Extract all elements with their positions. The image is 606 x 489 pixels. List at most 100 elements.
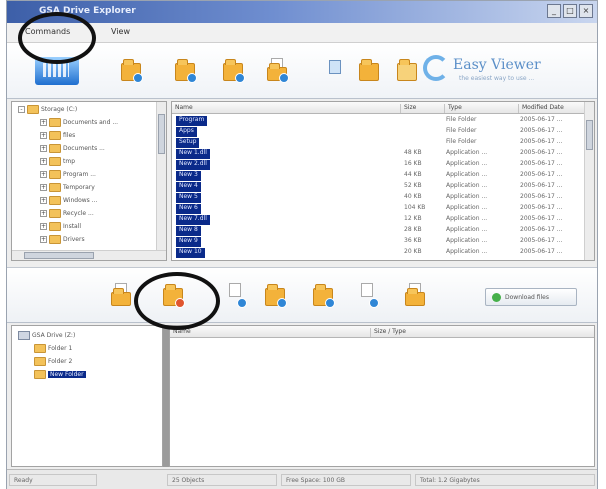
folder-icon [49,235,61,244]
file-name: New 7.dll [176,215,210,225]
folder-icon [49,131,61,140]
file-name: New 2.dll [176,160,210,170]
remote-tree-node[interactable]: Folder 1 [34,343,72,354]
file-row[interactable]: New 3 44 KB Application ... 2005-06-17 ... [172,170,586,181]
expand-toggle-icon[interactable]: + [40,210,47,217]
tree-node[interactable]: + files [40,130,75,141]
tree-vertical-scrollbar[interactable] [156,102,166,260]
remote-file-list[interactable]: Name Size / Type [169,325,595,467]
tree-node[interactable]: + Program ... [40,169,96,180]
expand-toggle-icon[interactable]: + [40,145,47,152]
status-free-space: Free Space: 100 GB [281,474,411,486]
column-type[interactable]: Type [444,104,518,113]
annotation-circle-menu [18,12,96,64]
split-view-icon[interactable] [325,59,347,85]
tree-node[interactable]: + Temporary [40,182,95,193]
tree-node[interactable]: + Install [40,221,81,232]
tree-node[interactable]: + Documents and ... [40,117,118,128]
delete-icon[interactable] [405,282,427,308]
expand-toggle-icon[interactable]: + [40,197,47,204]
remote-tree-label: Folder 2 [48,358,73,365]
file-row[interactable]: New 2.dll 16 KB Application ... 2005-06-17 … [172,159,586,170]
copy-icon[interactable] [225,282,247,308]
tree-node[interactable]: + tmp [40,156,75,167]
copy-folder-icon[interactable] [223,57,245,83]
file-row[interactable]: New 9 36 KB Application ... 2005-06-17 ... [172,236,586,247]
menu-view[interactable]: View [111,27,130,36]
expand-toggle-icon[interactable]: + [40,236,47,243]
sync-icon[interactable] [313,282,335,308]
file-row[interactable]: New 7.dll 12 KB Application ... 2005-06-17 … [172,214,586,225]
file-size: 52 KB [404,182,422,189]
local-pane: - Storage (C:) + Documents and ... + files + Do… [7,99,597,265]
folder-icon [34,357,46,366]
back-folder-icon[interactable] [121,57,143,83]
file-list-vertical-scrollbar[interactable] [584,102,594,260]
file-row[interactable]: New 8 28 KB Application ... 2005-06-17 ... [172,225,586,236]
expand-toggle-icon[interactable]: - [18,106,25,113]
remote-column-size-type[interactable]: Size / Type [370,328,594,337]
column-name[interactable]: Name [172,104,400,113]
remote-tree-node[interactable]: Folder 2 [34,356,72,367]
remote-column-name[interactable]: Name [170,328,370,337]
expand-toggle-icon[interactable]: + [40,132,47,139]
remote-folder-tree[interactable]: GSA Drive (Z:) Folder 1 Folder 2 New Folder [11,325,163,467]
expand-toggle-icon[interactable]: + [40,119,47,126]
upload-file-icon[interactable] [267,57,289,83]
brand-logo: Easy Viewer the easiest way to use ... [423,53,573,87]
status-total: Total: 1.2 Gigabytes [415,474,595,486]
download-files-button[interactable]: Download files [485,288,577,306]
expand-toggle-icon[interactable]: + [40,184,47,191]
remote-tree-label: Folder 1 [48,345,73,352]
expand-toggle-icon[interactable]: + [40,223,47,230]
folder-icon [49,118,61,127]
file-date: 2005-06-17 ... [520,127,563,134]
remote-tree-node[interactable]: GSA Drive (Z:) [18,330,75,341]
remote-tree-node[interactable]: New Folder [34,369,86,380]
new-folder-icon[interactable] [265,282,287,308]
file-row[interactable]: New 5 40 KB Application ... 2005-06-17 ... [172,192,586,203]
file-date: 2005-06-17 ... [520,160,563,167]
file-row[interactable]: Setup File Folder 2005-06-17 ... [172,137,586,148]
maximize-button[interactable]: □ [563,4,577,18]
file-row[interactable]: Apps File Folder 2005-06-17 ... [172,126,586,137]
expand-toggle-icon[interactable]: + [40,171,47,178]
tree-node[interactable]: + Documents ... [40,143,105,154]
file-row[interactable]: New 1.dll 48 KB Application ... 2005-06-17 … [172,148,586,159]
file-date: 2005-06-17 ... [520,138,563,145]
folder-up-icon[interactable] [111,282,133,308]
column-modified[interactable]: Modified Date [518,104,588,113]
file-row[interactable]: New 4 52 KB Application ... 2005-06-17 ... [172,181,586,192]
file-name: New 5 [176,193,201,203]
file-type: Application ... [446,193,488,200]
new-folder-icon[interactable] [175,57,197,83]
column-size[interactable]: Size [400,104,444,113]
minimize-button[interactable]: _ [547,4,561,18]
details-view-icon[interactable] [397,57,419,83]
tree-node[interactable]: + Recycle ... [40,208,94,219]
tree-horizontal-scrollbar[interactable] [12,250,166,260]
tree-node-label: Install [63,223,82,230]
tree-node[interactable]: + Windows ... [40,195,97,206]
file-type: Application ... [446,226,488,233]
folder-icon [27,105,39,114]
download-icon[interactable] [357,282,379,308]
file-row[interactable]: Program File Folder 2005-06-17 ... [172,115,586,126]
drive-icon [18,331,30,340]
folder-icon [34,344,46,353]
file-type: Application ... [446,248,488,255]
local-folder-tree[interactable]: - Storage (C:) + Documents and ... + files + Do… [11,101,167,261]
tree-node[interactable]: - Storage (C:) [18,104,77,115]
expand-toggle-icon[interactable]: + [40,158,47,165]
close-button[interactable]: × [579,4,593,18]
file-type: File Folder [446,138,477,145]
file-row[interactable]: New 6 104 KB Application ... 2005-06-17 ... [172,203,586,214]
tree-node[interactable]: + Drivers [40,234,85,245]
file-date: 2005-06-17 ... [520,182,563,189]
file-row[interactable]: New 10 20 KB Application ... 2005-06-17 ... [172,247,586,258]
status-object-count: 25 Objects [167,474,277,486]
folder-icon [49,183,61,192]
move-files-icon[interactable] [359,57,381,83]
local-file-list[interactable]: Name Size Type Modified Date Program File… [171,101,595,261]
file-type: Application ... [446,149,488,156]
